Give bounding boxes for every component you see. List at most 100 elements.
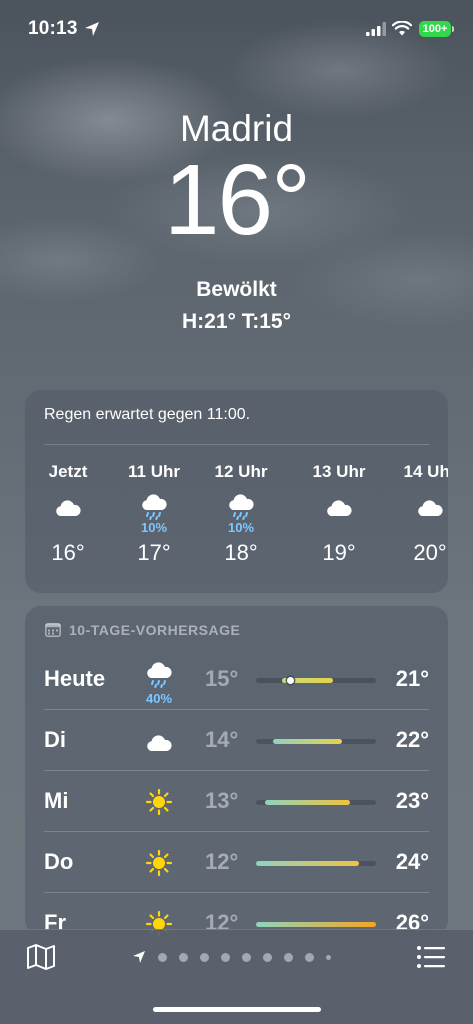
cloud-icon: [418, 500, 443, 516]
day-name: Heute: [44, 666, 106, 691]
page-dot[interactable]: [242, 952, 251, 962]
hourly-item: 12 Uhr 10% 18°: [206, 462, 276, 566]
temperature-range-bar: [256, 677, 376, 684]
day-name: Mi: [44, 788, 69, 813]
page-dot[interactable]: [158, 952, 167, 962]
low-temperature: 15°: [205, 666, 239, 691]
precip-chance: [304, 520, 374, 536]
precip-chance: 40%: [145, 691, 173, 706]
high-low-text: H:21° T:15°: [182, 310, 291, 333]
page-dot[interactable]: [284, 952, 293, 962]
hourly-summary: Regen erwartet gegen 11:00.: [44, 406, 251, 423]
hour-temperature: 18°: [224, 540, 258, 565]
divider: [44, 770, 429, 771]
hour-icon-wrap: [206, 484, 276, 520]
precip-chance: [33, 520, 103, 536]
condition-text: Bewölkt: [196, 278, 277, 301]
page-dot[interactable]: [263, 952, 272, 962]
high-temperature: 22°: [395, 727, 429, 752]
hour-label: 14 Uhr: [403, 462, 448, 481]
high-temperature: 23°: [395, 788, 429, 813]
temperature-range-bar: [256, 861, 376, 866]
sun-icon: [145, 849, 173, 877]
sun-icon: [145, 788, 173, 816]
ten-day-header: 10-TAGE-VORHERSAGE: [45, 621, 240, 639]
divider: [44, 892, 429, 893]
location-arrow-icon: [85, 22, 99, 36]
low-temperature: 14°: [205, 727, 239, 752]
hour-icon-wrap: [33, 484, 103, 520]
calendar-icon: [45, 623, 61, 637]
hour-label: 12 Uhr: [214, 462, 268, 481]
daily-row[interactable]: Do 12° 24°: [25, 831, 448, 892]
low-temperature: 12°: [205, 849, 239, 874]
hourly-item: 13 Uhr 19°: [304, 462, 374, 566]
status-bar: 10:13 100+: [0, 0, 473, 60]
divider: [44, 831, 429, 832]
low-temperature: 13°: [205, 788, 239, 813]
high-temperature: 24°: [395, 849, 429, 874]
page-indicator[interactable]: [132, 950, 331, 964]
day-icon-wrap: [139, 727, 179, 760]
hourly-item: 14 Uhr 20°: [395, 462, 448, 566]
day-icon-wrap: [139, 849, 179, 882]
cloud-icon: [56, 500, 81, 516]
cloud-icon: [327, 500, 352, 516]
current-location-icon: [133, 951, 145, 963]
current-temperature: 16°: [163, 144, 311, 256]
cloud-icon: [147, 735, 172, 751]
hour-label: Jetzt: [48, 462, 88, 481]
daily-row[interactable]: Mi 13° 23°: [25, 770, 448, 831]
page-dot[interactable]: [179, 952, 188, 962]
rain-cloud-icon: [142, 494, 167, 520]
cellular-signal-icon: [366, 22, 386, 36]
rain-cloud-icon: [147, 662, 172, 688]
battery-indicator: 100+: [419, 21, 454, 37]
current-conditions: Madrid 16° Bewölkt H:21° T:15°: [0, 108, 473, 333]
temperature-range-bar: [256, 739, 376, 744]
hour-icon-wrap: [119, 484, 189, 520]
temperature-range-bar: [256, 922, 376, 927]
temperature-range-fill: [256, 861, 359, 866]
day-name: Do: [44, 849, 74, 874]
wifi-icon: [392, 21, 412, 36]
hour-icon-wrap: [304, 484, 374, 520]
temperature-range-fill: [264, 800, 351, 805]
temperature-range-fill: [273, 739, 342, 744]
current-temperature-dot: [286, 677, 294, 684]
precip-chance: 10%: [140, 520, 168, 535]
rain-cloud-icon: [229, 494, 254, 520]
divider: [44, 709, 429, 710]
map-icon[interactable]: [26, 943, 56, 971]
page-dot[interactable]: [200, 952, 209, 962]
hourly-forecast-card[interactable]: Regen erwartet gegen 11:00. Jetzt 16° 11 U…: [25, 390, 448, 593]
high-temperature: 21°: [395, 666, 429, 691]
page-dot[interactable]: [326, 954, 331, 960]
temperature-range-bar: [256, 800, 376, 805]
list-icon[interactable]: [416, 944, 446, 970]
day-name: Di: [44, 727, 66, 752]
hour-temperature: 17°: [137, 540, 171, 565]
day-icon-wrap: [139, 788, 179, 821]
daily-row[interactable]: Di 14° 22°: [25, 709, 448, 770]
precip-chance: [395, 520, 448, 536]
day-icon-wrap: 40%: [139, 660, 179, 706]
daily-row[interactable]: Heute 40% 15° 21°: [25, 648, 448, 709]
precip-chance: 10%: [227, 520, 255, 535]
hour-label: 11 Uhr: [128, 462, 180, 481]
hour-temperature: 16°: [51, 540, 85, 565]
page-dot[interactable]: [221, 952, 230, 962]
temperature-range-fill: [256, 922, 376, 927]
hourly-item: 11 Uhr 10% 17°: [119, 462, 189, 566]
status-time: 10:13: [28, 18, 78, 39]
hourly-item: Jetzt 16°: [33, 462, 103, 566]
home-indicator[interactable]: [153, 1007, 321, 1012]
hour-icon-wrap: [395, 484, 448, 520]
hour-temperature: 19°: [322, 540, 356, 565]
ten-day-forecast-card[interactable]: 10-TAGE-VORHERSAGE Heute 40% 15° 21° Di 14° 22…: [25, 606, 448, 936]
hour-temperature: 20°: [413, 540, 447, 565]
page-dot[interactable]: [305, 952, 314, 962]
divider: [44, 444, 429, 445]
hour-label: 13 Uhr: [312, 462, 366, 481]
ten-day-title: 10-TAGE-VORHERSAGE: [69, 622, 241, 638]
